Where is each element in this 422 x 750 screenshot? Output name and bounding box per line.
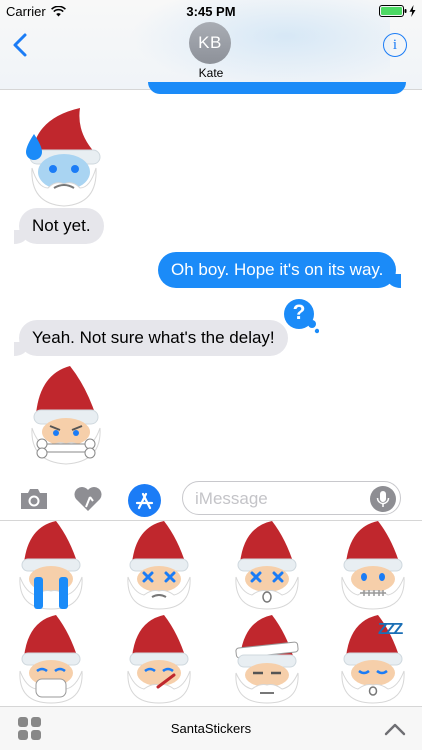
santa-zipped-mouth-sticker[interactable] xyxy=(336,521,410,611)
back-chevron-icon[interactable] xyxy=(10,32,32,58)
camera-icon[interactable] xyxy=(19,487,49,511)
dictation-button[interactable] xyxy=(370,486,396,512)
previous-outgoing-bubble xyxy=(148,82,406,94)
santa-sweating-sticker[interactable] xyxy=(22,104,104,208)
info-icon: i xyxy=(392,36,398,53)
santa-x-eyes-shocked-sticker[interactable] xyxy=(230,521,304,611)
message-text: Yeah. Not sure what's the delay! xyxy=(32,328,275,347)
santa-x-eyes-sticker[interactable] xyxy=(122,521,196,611)
battery-icon xyxy=(379,5,407,17)
app-store-button[interactable] xyxy=(128,484,161,517)
message-bubble-outgoing[interactable]: Oh boy. Hope it's on its way. xyxy=(158,252,402,288)
app-drawer-bar: SantaStickers xyxy=(0,706,422,750)
santa-thermometer-sticker[interactable] xyxy=(122,615,196,705)
microphone-icon xyxy=(376,491,390,507)
santa-crying-sticker[interactable] xyxy=(14,521,88,611)
status-bar: Carrier 3:45 PM xyxy=(0,0,422,22)
santa-bone-mouth-sticker[interactable] xyxy=(24,366,108,466)
digital-touch-heart-icon[interactable] xyxy=(72,485,104,513)
message-input-placeholder: iMessage xyxy=(195,489,268,508)
message-input[interactable]: iMessage xyxy=(182,481,401,515)
charging-bolt-icon xyxy=(409,5,416,17)
santa-bandaged-sticker[interactable] xyxy=(230,615,304,705)
info-button[interactable]: i xyxy=(383,33,407,57)
santa-mask-sticker[interactable] xyxy=(14,615,88,705)
sleep-zzz-text: ZZZ xyxy=(378,621,403,638)
question-badge: ? xyxy=(283,298,320,334)
sticker-app-title: SantaStickers xyxy=(170,721,252,736)
message-text: Not yet. xyxy=(32,216,91,235)
contact-avatar[interactable]: KB xyxy=(189,22,231,64)
question-badge-text: ? xyxy=(292,301,306,324)
chevron-up-icon[interactable] xyxy=(384,721,406,737)
message-text: Oh boy. Hope it's on its way. xyxy=(171,260,384,279)
app-store-icon xyxy=(135,492,154,510)
message-bubble-incoming[interactable]: Yeah. Not sure what's the delay! xyxy=(14,320,288,356)
clock: 3:45 PM xyxy=(186,4,236,19)
compose-bar: iMessage xyxy=(0,470,422,522)
santa-sleeping-sticker[interactable]: ZZZ xyxy=(336,615,416,705)
message-bubble-incoming[interactable]: Not yet. xyxy=(14,208,104,244)
contact-name[interactable]: Kate xyxy=(0,66,422,80)
battery-indicator xyxy=(379,5,416,17)
sticker-drawer: ZZZ xyxy=(0,520,422,706)
